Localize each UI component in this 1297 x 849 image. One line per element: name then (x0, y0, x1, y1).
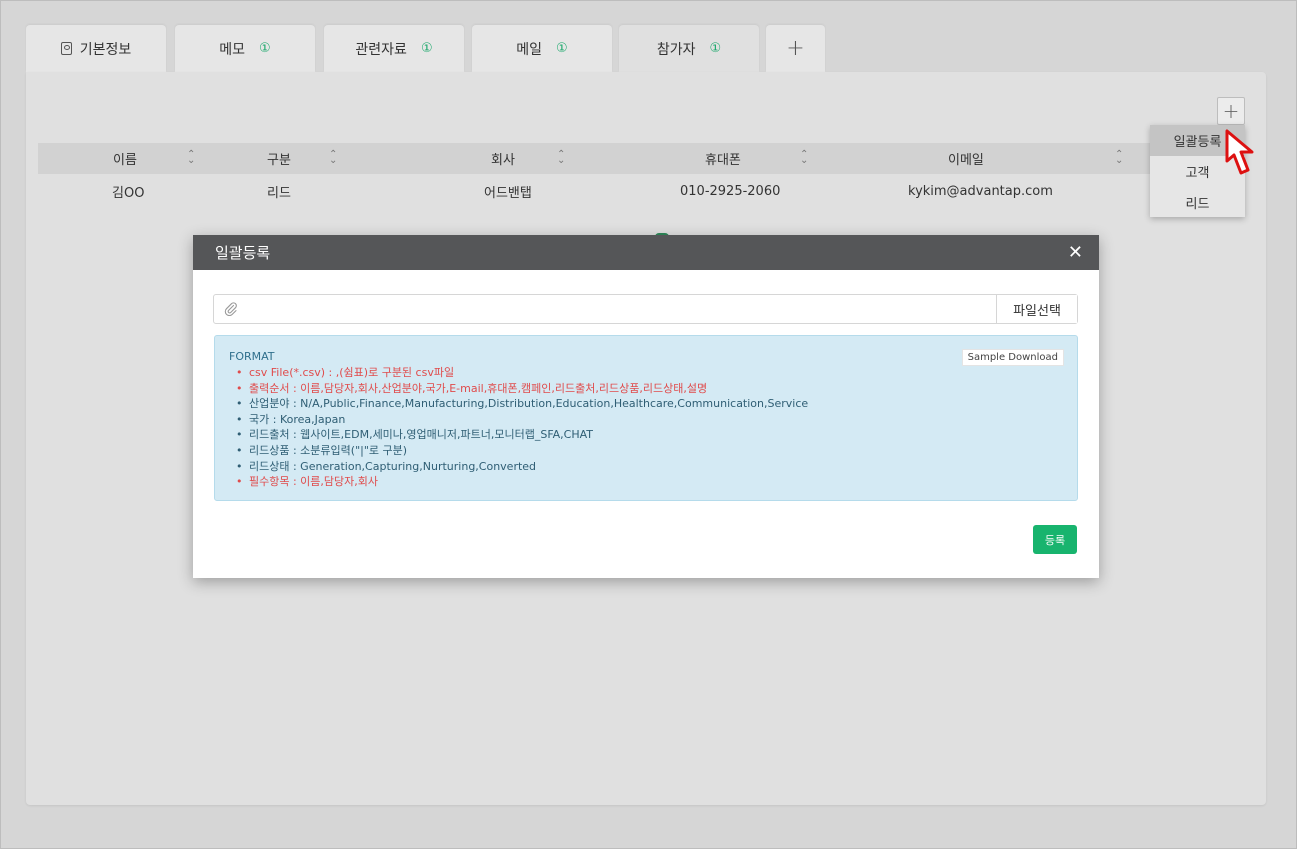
menu-item-lead[interactable]: 리드 (1150, 187, 1245, 218)
mouse-pointer-icon (1225, 129, 1254, 175)
contact-card-icon (60, 42, 72, 55)
list-item: 리드상품 : 소분류입력("|"로 구분) (236, 443, 1063, 459)
cell-email: kykim@advantap.com (908, 183, 1053, 199)
table-header: 이름 ⌃ ⌄ 구분 ⌃ ⌄ 회사 ⌃ ⌄ 휴대폰 ⌃ ⌄ 이메일 ⌃ ⌄ (38, 143, 1156, 174)
list-item: 산업분야 : N/A,Public,Finance,Manufacturing,… (236, 396, 1063, 412)
add-participant-button[interactable]: + (1217, 97, 1245, 125)
tab-count-badge: ① (420, 41, 433, 56)
list-item: csv File(*.csv) : ,(쉼표)로 구분된 csv파일 (236, 365, 1063, 381)
tab-mail[interactable]: 메일 ① (472, 25, 612, 72)
tab-memo[interactable]: 메모 ① (175, 25, 315, 72)
modal-title: 일괄등록 (215, 244, 271, 262)
tab-label: 참가자 (656, 41, 696, 58)
column-header-type[interactable]: 구분 (267, 143, 291, 174)
tab-label: 기본정보 (79, 41, 132, 58)
sort-icon[interactable]: ⌃ ⌄ (800, 150, 808, 166)
close-icon[interactable]: ✕ (1068, 242, 1083, 263)
list-item: 국가 : Korea,Japan (236, 412, 1063, 428)
list-item: 리드출처 : 웹사이트,EDM,세미나,영업매니저,파트너,모니터랩_SFA,C… (236, 427, 1063, 443)
cell-company: 어드밴탭 (484, 185, 532, 201)
register-button[interactable]: 등록 (1033, 525, 1077, 554)
column-header-name[interactable]: 이름 (113, 143, 137, 174)
list-item: 출력순서 : 이름,담당자,회사,산업분야,국가,E-mail,휴대폰,캠페인,… (236, 381, 1063, 397)
cell-phone: 010-2925-2060 (680, 183, 781, 199)
tab-related-files[interactable]: 관련자료 ① (324, 25, 464, 72)
column-header-company[interactable]: 회사 (491, 143, 515, 174)
sort-icon[interactable]: ⌃ ⌄ (1115, 150, 1123, 166)
tab-count-badge: ① (709, 41, 722, 56)
tab-label: 메모 (219, 41, 246, 58)
list-item: 필수항목 : 이름,담당자,회사 (236, 474, 1063, 490)
sample-download-button[interactable]: Sample Download (961, 349, 1064, 366)
tab-basic-info[interactable]: 기본정보 (26, 25, 166, 72)
format-info-box: FORMAT csv File(*.csv) : ,(쉼표)로 구분된 csv파… (214, 335, 1078, 501)
sort-icon[interactable]: ⌃ ⌄ (187, 150, 195, 166)
cell-name: 김OO (112, 185, 145, 201)
tab-add-button[interactable]: + (766, 25, 825, 72)
column-header-email[interactable]: 이메일 (948, 143, 984, 174)
tab-label: 관련자료 (355, 41, 407, 58)
table-row[interactable]: 김OO 리드 어드밴탭 010-2925-2060 kykim@advantap… (38, 174, 1156, 208)
column-header-phone[interactable]: 휴대폰 (705, 143, 741, 174)
plus-icon: + (1222, 99, 1240, 123)
file-path-input[interactable] (214, 295, 996, 323)
sort-icon[interactable]: ⌃ ⌄ (557, 150, 565, 166)
choose-file-button[interactable]: 파일선택 (996, 295, 1077, 323)
list-item: 리드상태 : Generation,Capturing,Nurturing,Co… (236, 459, 1063, 475)
cell-type: 리드 (267, 185, 291, 201)
file-upload-row: 파일선택 (213, 294, 1078, 324)
bulk-register-modal: 일괄등록 ✕ 파일선택 FORMAT csv File(*.csv) : ,(쉼… (193, 235, 1099, 578)
tab-label: 메일 (516, 41, 543, 58)
format-title: FORMAT (229, 350, 275, 363)
plus-icon: + (786, 36, 805, 61)
tab-count-badge: ① (259, 41, 271, 56)
format-list: csv File(*.csv) : ,(쉼표)로 구분된 csv파일 출력순서 … (229, 365, 1063, 490)
modal-header: 일괄등록 ✕ (193, 235, 1099, 270)
sort-icon[interactable]: ⌃ ⌄ (329, 150, 337, 166)
tab-count-badge: ① (556, 41, 568, 56)
tab-participants[interactable]: 참가자 ① (619, 25, 759, 72)
paperclip-icon (224, 302, 237, 316)
